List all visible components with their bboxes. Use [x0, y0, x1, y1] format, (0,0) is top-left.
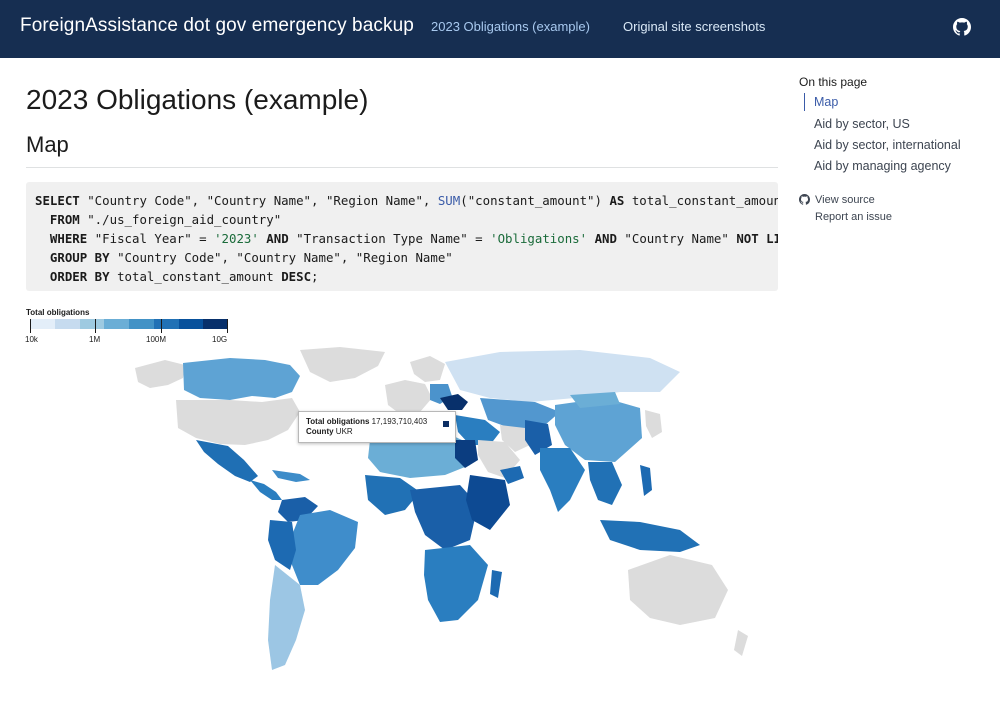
legend-tick-label: 1M	[89, 335, 101, 344]
legend-swatch	[129, 319, 154, 329]
map-region-india[interactable]	[540, 448, 585, 512]
tooltip-country: UKR	[335, 427, 353, 436]
toc-item-map[interactable]: Map	[814, 95, 838, 109]
legend-swatch	[104, 319, 129, 329]
github-icon	[799, 194, 810, 205]
legend-title: Total obligations	[26, 308, 90, 317]
legend-swatch	[54, 319, 80, 329]
code-line: FROM "./us_foreign_aid_country"	[49, 212, 282, 227]
world-choropleth-map[interactable]	[100, 345, 780, 675]
sql-code-block: SELECT "Country Code", "Country Name", "…	[26, 182, 778, 291]
legend-swatch	[79, 319, 105, 329]
site-title[interactable]: ForeignAssistance dot gov emergency back…	[20, 15, 414, 37]
map-region-peru-bolivia[interactable]	[268, 520, 296, 570]
toc-item-aid-by-sector-international[interactable]: Aid by sector, international	[814, 138, 961, 152]
section-title-map: Map	[26, 132, 69, 157]
map-region-greenland[interactable]	[300, 347, 385, 382]
legend-tick	[95, 319, 96, 333]
map-region-australia[interactable]	[628, 555, 728, 625]
toc-item-aid-by-managing-agency[interactable]: Aid by managing agency	[814, 159, 951, 173]
map-region-mexico[interactable]	[196, 440, 258, 482]
map-tooltip: Total obligations 17,193,710,403 County …	[298, 411, 456, 443]
toc-active-indicator	[804, 93, 805, 111]
legend-tick	[161, 319, 162, 333]
github-icon[interactable]	[953, 18, 971, 36]
legend-tick-label: 100M	[146, 335, 167, 344]
map-region-caribbean[interactable]	[272, 470, 310, 482]
map-region-japan-korea[interactable]	[645, 410, 662, 438]
map-region-western-europe[interactable]	[385, 380, 432, 414]
legend-tick	[227, 319, 228, 333]
legend-swatch	[30, 319, 55, 329]
section-divider	[26, 167, 778, 168]
map-region-canada[interactable]	[183, 358, 300, 400]
tooltip-value-label: Total obligations	[306, 417, 370, 426]
nav-link-2023-obligations[interactable]: 2023 Obligations (example)	[431, 19, 590, 34]
map-region-new-zealand[interactable]	[734, 630, 748, 656]
map-region-madagascar[interactable]	[490, 570, 502, 598]
tooltip-country-label: County	[306, 427, 334, 436]
code-line: WHERE "Fiscal Year" = '2023' AND "Transa…	[49, 231, 778, 246]
tooltip-country-row: County UKR	[306, 427, 455, 437]
map-region-alaska[interactable]	[135, 360, 185, 388]
legend-tick-label: 10k	[25, 335, 38, 344]
map-region-indonesia[interactable]	[600, 520, 700, 552]
view-source-link[interactable]: View source	[815, 194, 875, 206]
map-region-usa[interactable]	[176, 398, 300, 445]
tooltip-color-swatch	[443, 421, 449, 427]
nav-link-original-screenshots[interactable]: Original site screenshots	[623, 19, 765, 34]
code-line: SELECT "Country Code", "Country Name", "…	[35, 193, 778, 208]
map-region-brazil[interactable]	[290, 510, 358, 585]
map-region-southern-africa[interactable]	[424, 545, 488, 622]
map-region-scandinavia[interactable]	[410, 356, 445, 382]
legend-swatch	[203, 319, 228, 329]
map-region-philippines[interactable]	[640, 465, 652, 496]
page-title: 2023 Obligations (example)	[26, 84, 369, 115]
map-region-central-america[interactable]	[250, 480, 282, 500]
legend-swatch	[178, 319, 204, 329]
code-line: GROUP BY "Country Code", "Country Name",…	[49, 250, 453, 265]
toc-heading: On this page	[799, 75, 868, 89]
map-region-southeast-asia[interactable]	[588, 462, 622, 505]
report-issue-link[interactable]: Report an issue	[815, 211, 892, 223]
legend-tick	[30, 319, 31, 333]
top-navigation-bar: ForeignAssistance dot gov emergency back…	[0, 0, 1000, 58]
code-line: ORDER BY total_constant_amount DESC;	[49, 269, 319, 284]
toc-item-aid-by-sector-us[interactable]: Aid by sector, US	[814, 117, 910, 131]
legend-color-ramp	[30, 319, 228, 329]
tooltip-value: 17,193,710,403	[371, 417, 428, 426]
map-region-russia[interactable]	[445, 350, 680, 402]
tooltip-value-row: Total obligations 17,193,710,403	[306, 417, 455, 427]
legend-swatch	[153, 319, 179, 329]
legend-tick-label: 10G	[212, 335, 228, 344]
